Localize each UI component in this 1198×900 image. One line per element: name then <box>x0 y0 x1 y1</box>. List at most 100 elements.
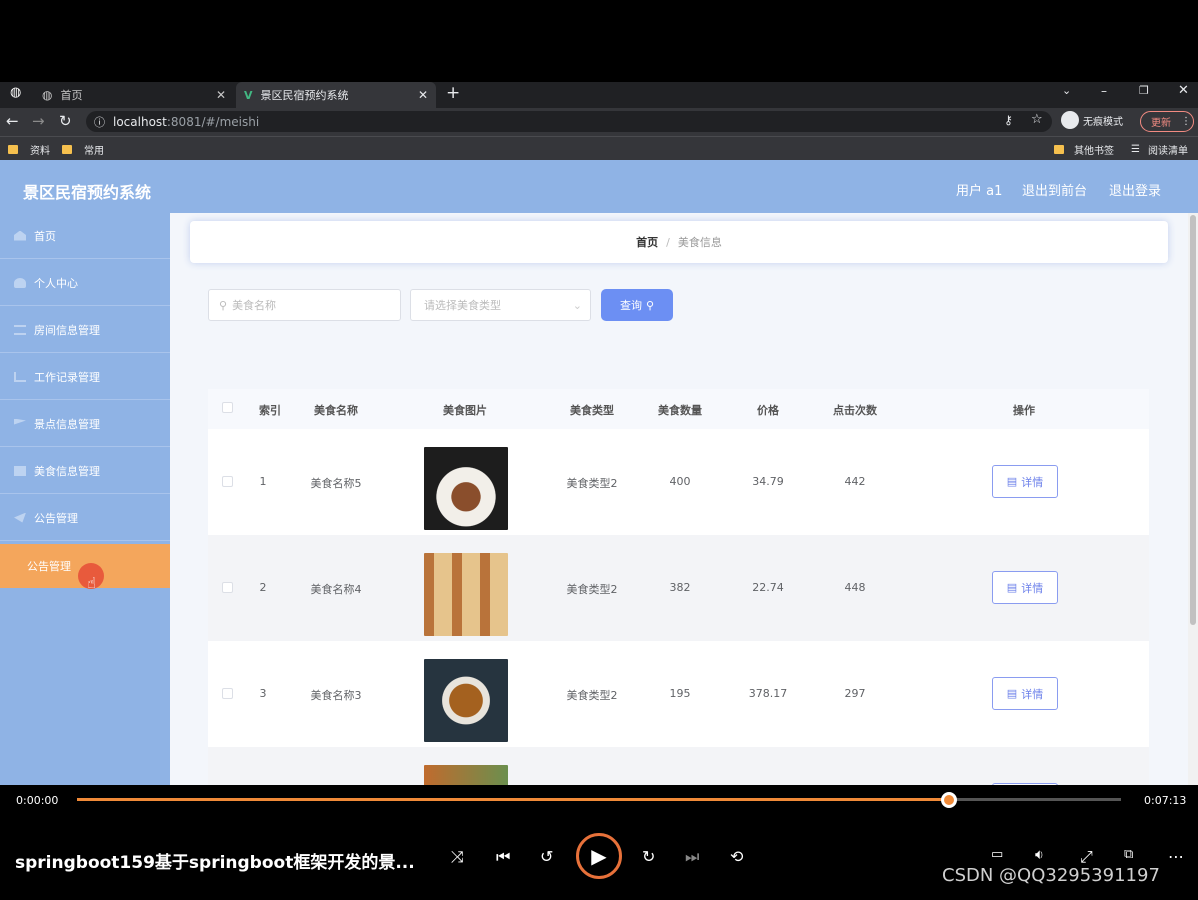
vue-logo-icon: V <box>244 88 253 102</box>
next-icon[interactable]: ⏭ <box>685 847 699 867</box>
sidebar-item-food[interactable]: 美食信息管理 <box>0 448 170 494</box>
play-icon: ▶ <box>591 844 607 868</box>
app-title: 景区民宿预约系统 <box>23 183 152 202</box>
row-checkbox[interactable] <box>222 476 233 487</box>
sidebar-item-label: 个人中心 <box>34 276 78 290</box>
address-bar[interactable]: ⓘ localhost :8081/#/meishi <box>86 111 1052 132</box>
food-image <box>424 659 508 742</box>
sidebar-item-attractions[interactable]: 景点信息管理 <box>0 401 170 447</box>
play-button[interactable]: ▶ <box>576 833 622 879</box>
repeat-off-icon[interactable]: ⟲ <box>730 847 743 866</box>
close-icon[interactable]: ✕ <box>418 88 428 102</box>
cell-type: 美食类型2 <box>566 477 618 490</box>
incognito-label: 无痕模式 <box>1083 116 1123 128</box>
sidebar-item-label: 景点信息管理 <box>34 417 100 431</box>
restore-icon[interactable]: ❐ <box>1139 84 1149 97</box>
document-icon: ▤ <box>1006 581 1018 594</box>
bookmark-folder[interactable]: 资料 <box>8 142 50 157</box>
close-icon[interactable]: ✕ <box>216 88 226 102</box>
close-window-icon[interactable]: ✕ <box>1178 83 1189 98</box>
reading-list[interactable]: ☰ 阅读清单 <box>1131 142 1188 157</box>
sidebar-item-home[interactable]: 首页 <box>0 213 170 259</box>
cell-price: 378.17 <box>748 687 788 700</box>
fullscreen-icon[interactable]: ⤢ <box>1080 847 1093 867</box>
home-icon <box>14 230 26 241</box>
incognito-indicator[interactable]: 无痕模式 <box>1061 111 1123 129</box>
bookmarks-bar: 资料 常用 其他书签 ☰ 阅读清单 <box>0 136 1198 160</box>
food-image <box>424 553 508 636</box>
cell-price: 22.74 <box>752 581 784 594</box>
app-header: 景区民宿预约系统 用户 a1 退出到前台 退出登录 <box>0 160 1198 213</box>
cell-type: 美食类型2 <box>566 689 618 702</box>
back-to-front-link[interactable]: 退出到前台 <box>1022 180 1087 199</box>
cell-clicks: 442 <box>844 475 866 488</box>
sidebar-item-notices[interactable]: 公告管理 <box>0 495 170 541</box>
back-icon[interactable]: ← <box>6 112 19 130</box>
food-name-input[interactable]: ⚲ 美食名称 <box>208 289 401 321</box>
row-checkbox[interactable] <box>222 582 233 593</box>
select-all-checkbox[interactable] <box>222 402 233 413</box>
header-actions: 操作 <box>1013 404 1035 417</box>
rewind-10-icon[interactable]: ↺ <box>540 847 553 866</box>
sidebar-item-label: 美食信息管理 <box>34 464 100 478</box>
url-path: :8081/#/meishi <box>166 114 260 129</box>
minimize-icon[interactable]: – <box>1101 84 1107 98</box>
browser-menu-icon[interactable]: ◍ <box>10 85 21 100</box>
folder-icon <box>1054 145 1064 154</box>
food-type-placeholder: 请选择美食类型 <box>424 299 501 312</box>
reading-list-icon: ☰ <box>1131 144 1140 155</box>
detail-button[interactable]: ▤ 详情 <box>992 571 1058 604</box>
cell-clicks: 448 <box>844 581 866 594</box>
bookmark-label: 资料 <box>30 146 50 157</box>
header-image: 美食图片 <box>443 404 487 417</box>
food-type-select[interactable]: 请选择美食类型 ⌄ <box>410 289 591 321</box>
progress-handle[interactable] <box>940 792 957 808</box>
tab-home[interactable]: ◍ 首页 ✕ <box>34 82 234 108</box>
query-label: 查询 <box>619 299 642 312</box>
chevron-down-icon[interactable]: ⌄ <box>1062 84 1071 97</box>
detail-label: 详情 <box>1021 687 1044 701</box>
sidebar-item-work-records[interactable]: 工作记录管理 <box>0 354 170 400</box>
tab-label: 首页 <box>60 89 83 102</box>
sidebar-item-label: 首页 <box>34 229 56 243</box>
subtitles-icon[interactable]: ▭ <box>991 847 1003 862</box>
bookmark-folder[interactable]: 常用 <box>62 142 104 157</box>
star-icon[interactable]: ☆ <box>1031 112 1043 127</box>
bookmark-folder[interactable]: 其他书签 <box>1054 142 1114 157</box>
table-header: 索引 美食名称 美食图片 美食类型 美食数量 价格 点击次数 操作 <box>208 389 1149 429</box>
cell-clicks: 297 <box>844 687 866 700</box>
row-checkbox[interactable] <box>222 688 233 699</box>
sidebar-item-profile[interactable]: 个人中心 <box>0 260 170 306</box>
query-button[interactable]: 查询 ⚲ <box>601 289 673 321</box>
cell-quantity: 400 <box>669 475 691 488</box>
search-icon: ⚲ <box>645 298 655 312</box>
video-player-controls: 0:00:00 0:07:13 springboot159基于springboo… <box>0 785 1198 900</box>
progress-played <box>77 798 949 801</box>
table-row: 1 美食名称5 美食类型2 400 34.79 442 ▤ 详情 <box>208 429 1149 535</box>
volume-icon[interactable]: 🔉︎ <box>1035 847 1044 863</box>
breadcrumb-current: 美食信息 <box>677 236 722 249</box>
bookmark-label: 其他书签 <box>1074 146 1114 157</box>
forward-30-icon[interactable]: ↻ <box>642 847 655 866</box>
breadcrumb-home[interactable]: 首页 <box>636 234 658 250</box>
new-tab-icon[interactable]: + <box>446 83 460 103</box>
logout-link[interactable]: 退出登录 <box>1109 180 1161 199</box>
more-icon[interactable]: ⋯ <box>1168 847 1184 866</box>
detail-button[interactable]: ▤ 详情 <box>992 465 1058 498</box>
shuffle-icon[interactable]: ⤨ <box>451 847 464 867</box>
previous-icon[interactable]: ⏮ <box>496 847 510 867</box>
detail-label: 详情 <box>1021 475 1044 489</box>
current-user: 用户 a1 <box>956 184 1003 199</box>
reload-icon[interactable]: ↻ <box>59 112 72 130</box>
document-icon: ▤ <box>1006 475 1018 488</box>
sidebar-item-rooms[interactable]: 房间信息管理 <box>0 307 170 353</box>
flag-icon <box>14 418 26 425</box>
tab-app[interactable]: V 景区民宿预约系统 ✕ <box>236 82 436 108</box>
key-icon[interactable]: ⚷ <box>1004 113 1013 127</box>
update-button[interactable]: 更新 ⋮ <box>1140 111 1194 132</box>
forward-icon[interactable]: → <box>32 112 45 130</box>
mini-player-icon[interactable]: ⧉ <box>1124 847 1133 862</box>
scrollbar-thumb[interactable] <box>1190 215 1196 625</box>
detail-button[interactable]: ▤ 详情 <box>992 677 1058 710</box>
more-vert-icon: ⋮ <box>1181 116 1191 127</box>
